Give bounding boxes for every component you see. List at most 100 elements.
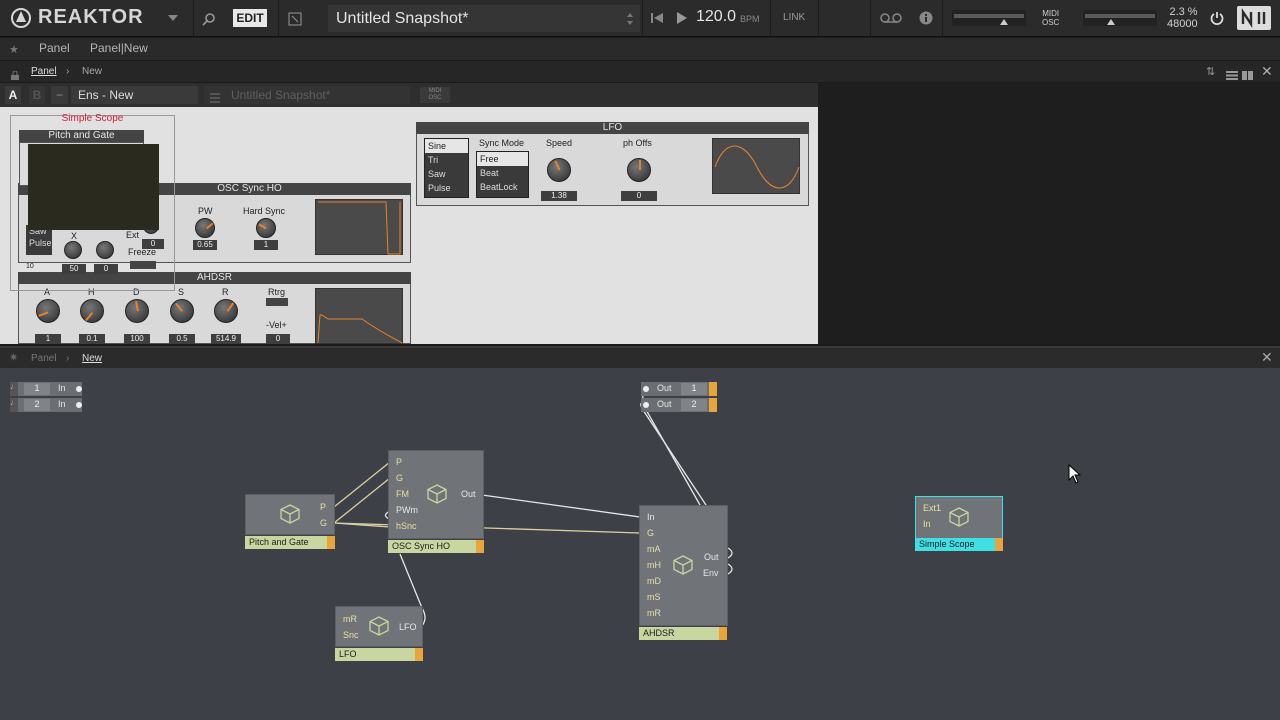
close-icon[interactable]: ✕ — [1261, 63, 1273, 80]
ahdsr-value-r[interactable]: 514.9 — [211, 334, 241, 344]
tape-icon[interactable] — [878, 11, 904, 25]
ahdsr-in-mh: mH — [647, 560, 661, 570]
instrument-panel: AHDSR A H D S R 1 0.1 100 0.5 514.9 Rtrg… — [0, 107, 818, 344]
ahdsr-knob-d[interactable] — [125, 299, 149, 323]
breadcrumb-new[interactable]: New — [82, 66, 102, 77]
lfo-phoffs-knob[interactable] — [627, 158, 651, 182]
input-port[interactable] — [643, 402, 649, 408]
power-icon[interactable] — [1208, 9, 1226, 27]
block-menu-icon[interactable] — [327, 536, 335, 549]
lock-icon[interactable] — [11, 67, 19, 80]
reaktor-logo[interactable]: REAKTOR — [10, 6, 144, 29]
ensemble-name[interactable]: Ens - New — [71, 86, 198, 104]
lfo-wave-pulse[interactable]: Pulse — [425, 181, 468, 195]
pitch-gate-out-p: P — [320, 502, 327, 512]
play-icon[interactable] — [675, 11, 689, 25]
search-icon[interactable] — [200, 10, 218, 28]
panel-b-button[interactable]: B — [29, 86, 45, 104]
simple-scope-screen — [28, 144, 159, 230]
skip-back-icon[interactable] — [650, 11, 664, 25]
snapshot-title[interactable]: Untitled Snapshot* — [328, 5, 640, 32]
block-menu-icon[interactable] — [719, 627, 727, 640]
output-port[interactable] — [76, 402, 82, 408]
ahdsr-block[interactable]: In G mA mH mD mS mR Out Env AHDSR — [639, 505, 729, 643]
tempo-value[interactable]: 120.0 — [696, 8, 736, 26]
meter-slider-icon[interactable] — [1107, 19, 1115, 25]
structure-breadcrumb-new[interactable]: New — [82, 353, 102, 364]
snapshot-stepper-icon[interactable] — [624, 10, 636, 28]
list-view-icon[interactable] — [1226, 67, 1238, 80]
note-icon: ♩ — [10, 398, 18, 412]
lfo-wave-sine[interactable]: Sine — [425, 139, 468, 153]
simple-scope-block[interactable]: Ext1 In Simple Scope — [915, 496, 1005, 552]
lfo-speed-value[interactable]: 1.38 — [541, 191, 577, 201]
snapshot-list-icon[interactable] — [210, 90, 220, 103]
lfo-wave-list[interactable]: Sine Tri Saw Pulse — [424, 138, 469, 198]
output-port[interactable] — [76, 386, 82, 392]
ahdsr-value-a[interactable]: 1 — [35, 334, 61, 344]
ahdsr-value-s[interactable]: 0.5 — [169, 334, 195, 344]
star-icon[interactable]: ★ — [9, 43, 19, 56]
block-menu-icon[interactable] — [476, 540, 484, 553]
ahdsr-name: AHDSR — [639, 627, 719, 640]
ahdsr-value-h[interactable]: 0.1 — [79, 334, 105, 344]
ahdsr-knob-s[interactable] — [170, 299, 194, 323]
osc-pw-value[interactable]: 0.65 — [193, 240, 217, 250]
output-terminal-1[interactable]: Out 1 — [641, 382, 717, 396]
structure-close-icon[interactable]: ✕ — [1261, 349, 1273, 366]
ahdsr-rtrg-button[interactable] — [266, 298, 288, 306]
lfo-speed-knob[interactable] — [547, 158, 571, 182]
panel-tab[interactable]: Panel — [39, 41, 70, 55]
logo-menu-chevron-icon[interactable] — [166, 11, 180, 25]
input-terminal-1[interactable]: ♩ 1 In — [10, 382, 82, 396]
settings-icon[interactable]: ✷ — [9, 351, 18, 364]
sort-icon[interactable]: ⇅ — [1206, 65, 1215, 78]
panel-new-tab[interactable]: Panel|New — [90, 41, 148, 55]
mouse-cursor-icon — [1068, 464, 1082, 484]
ahdsr-label-s: S — [178, 287, 185, 297]
panel-breadcrumb-bar: Panel › New ⇅ ✕ — [0, 60, 1280, 82]
lfo-sync-mode-list[interactable]: Free Beat BeatLock — [476, 151, 529, 198]
panel-minus-icon[interactable]: − — [51, 86, 68, 104]
pitch-gate-block[interactable]: P G Pitch and Gate — [245, 494, 335, 550]
scope-in-ext1: Ext1 — [923, 503, 942, 513]
lfo-block[interactable]: mR Snc LFO LFO — [335, 606, 425, 662]
divider — [278, 0, 279, 37]
info-icon[interactable] — [918, 10, 934, 26]
lfo-sync-beatlock[interactable]: BeatLock — [477, 180, 528, 194]
lfo-wave-tri[interactable]: Tri — [425, 153, 468, 167]
link-button[interactable]: LINK — [783, 12, 805, 23]
panel-midi-osc-button[interactable]: MIDI OSC — [420, 87, 450, 103]
ahdsr-knob-r[interactable] — [214, 299, 238, 323]
osc-out: Out — [461, 489, 476, 499]
midi-osc-indicator[interactable]: MIDI OSC — [1042, 9, 1059, 27]
osc-hard-sync-knob[interactable] — [256, 218, 276, 238]
structure-breadcrumb-panel[interactable]: Panel — [31, 353, 57, 364]
panel-snapshot-select[interactable]: Untitled Snapshot* — [204, 86, 410, 104]
panelset-toolbar: ★ Panel Panel|New — [0, 38, 1280, 60]
lfo-wave-saw[interactable]: Saw — [425, 167, 468, 181]
lfo-sync-free[interactable]: Free — [477, 152, 528, 166]
panel-a-button[interactable]: A — [5, 86, 21, 104]
input-port[interactable] — [643, 386, 649, 392]
osc-pw-knob[interactable] — [195, 218, 215, 238]
columns-view-icon[interactable] — [1242, 67, 1253, 80]
breadcrumb-panel[interactable]: Panel — [31, 66, 57, 77]
ahdsr-value-d[interactable]: 100 — [124, 334, 150, 344]
ni-logo-icon[interactable] — [1237, 6, 1271, 30]
edit-button[interactable]: EDIT — [233, 9, 267, 27]
meter-slider-icon[interactable] — [1000, 19, 1008, 25]
input-terminal-2[interactable]: ♩ 2 In — [10, 398, 82, 412]
block-menu-icon[interactable] — [995, 538, 1003, 551]
ahdsr-knob-a[interactable] — [36, 299, 60, 323]
osc-block[interactable]: P G FM PWm hSnc Out OSC Sync HO — [388, 450, 485, 554]
snapshot-menu-icon[interactable] — [286, 10, 304, 28]
ahdsr-knob-h[interactable] — [80, 299, 104, 323]
output-terminal-2[interactable]: Out 2 — [641, 398, 717, 412]
structure-view[interactable]: ♩ 1 In ♩ 2 In Out 1 Out 2 P G Pitch and … — [0, 368, 1280, 720]
ahdsr-vel-value[interactable]: 0 — [266, 334, 290, 344]
block-menu-icon[interactable] — [415, 648, 423, 661]
lfo-sync-beat[interactable]: Beat — [477, 166, 528, 180]
osc-hard-sync-value[interactable]: 1 — [254, 240, 278, 250]
lfo-phoffs-value[interactable]: 0 — [621, 191, 657, 201]
